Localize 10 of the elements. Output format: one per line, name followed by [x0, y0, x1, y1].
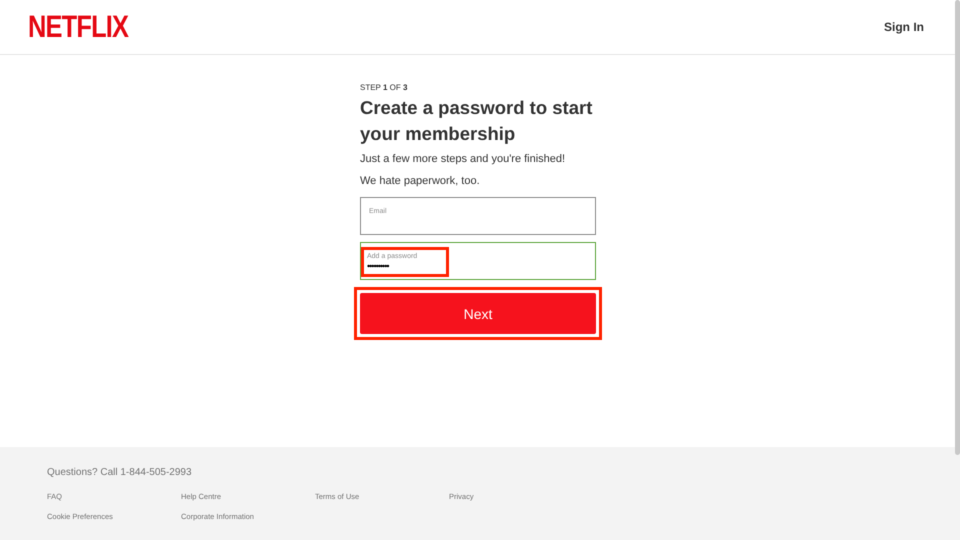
next-button[interactable]: Next	[360, 293, 596, 334]
info-text: Just a few more steps and you're finished!	[360, 153, 566, 165]
page-title: Create a password to start your membership	[360, 96, 594, 146]
contact-text: Questions? Call 1-844-505-2993	[47, 467, 193, 478]
sign-in-link[interactable]: Sign In	[884, 20, 924, 34]
field-value: ••••••••••	[367, 261, 390, 272]
info-text: We hate paperwork, too.	[360, 175, 481, 187]
netflix-logo[interactable]: NETFLIX	[28, 12, 128, 42]
step-indicator: STEP 1 OF 3	[360, 83, 408, 92]
scrollbar[interactable]	[955, 0, 960, 455]
